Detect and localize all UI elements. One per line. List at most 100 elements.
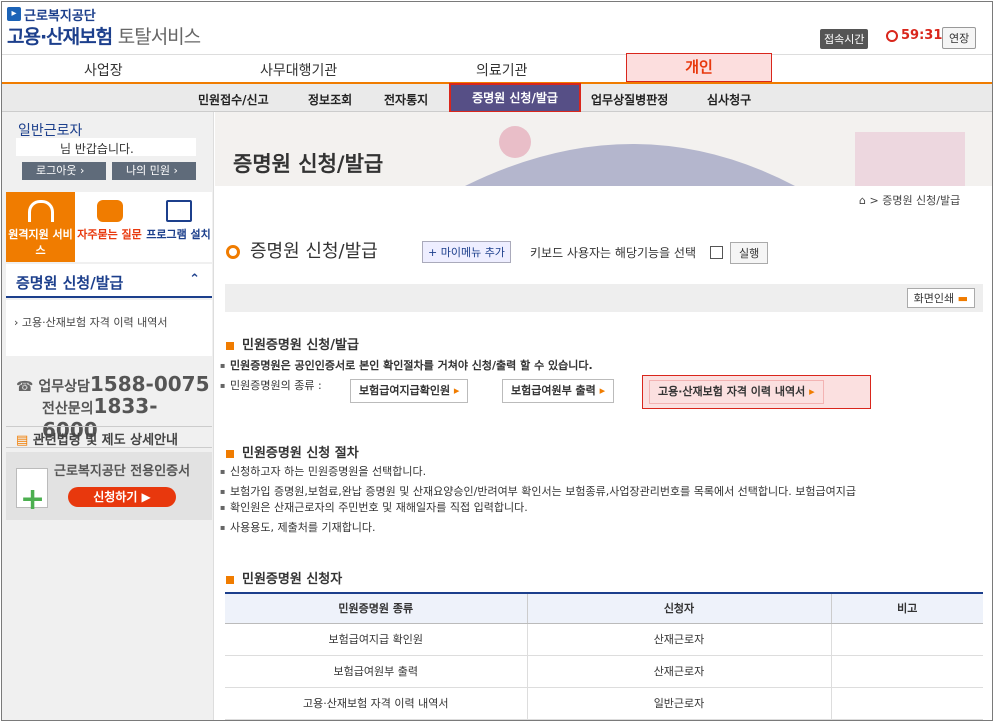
sidebar-menu-title-label: 증명원 신청/발급 [16,274,124,292]
phone-icon: ☎ [16,379,34,395]
snb-item-notice[interactable]: 전자통지 [384,91,428,108]
breadcrumb: ⌂ > 증명원 신청/발급 [859,192,960,208]
procedure-step-1: 신청하고자 하는 민원증명원을 선택합니다. [220,464,426,480]
sidebar-item-label: 고용·산재보험 자격 이력 내역서 [21,316,168,329]
print-bar: 화면인쇄 ▬ [225,284,983,312]
section-title-request: 민원증명원 신청/발급 [226,334,359,353]
logout-label: 로그아웃 [36,164,77,177]
my-requests-label: 나의 민원 [126,164,170,177]
add-mymenu-button[interactable]: + 마이메뉴 추가 [422,241,511,263]
col-note: 비고 [830,592,983,624]
snb-item-filing[interactable]: 민원접수/신고 [198,91,269,108]
headset-icon [27,200,54,222]
gnb-item-workplace[interactable]: 사업장 [84,60,123,80]
remote-support-label: 원격지원 서비스 [8,228,73,257]
snb-item-review[interactable]: 심사청구 [707,91,751,108]
run-button[interactable]: 실행 [730,242,769,264]
monitor-icon [165,200,192,222]
law-guide-link[interactable]: ▤ 관련법령 및 제도 상세안내 [6,426,212,448]
main-nav: 사업장 사무대행기관 의료기관 개인 [2,53,992,84]
faq-button[interactable]: 자주묻는 질문 [75,192,144,262]
procedure-step-2: 보험가입 증명원,보험료,완납 증명원 및 산재요양승인/반려여부 확인서는 보… [220,484,856,500]
col-doc-type: 민원증명원 종류 [225,592,527,624]
print-label: 화면인쇄 [913,292,955,305]
logo-icon: ▸ [7,7,21,21]
col-applicant: 신청자 [526,592,831,624]
user-type: 일반근로자 [18,123,83,139]
page-title: 증명원 신청/발급 [226,237,378,263]
chat-icon [96,200,123,222]
sub-nav: 민원접수/신고 정보조회 전자통지 증명원 신청/발급 업무상질병판정 심사청구 [2,83,992,113]
program-install-label: 프로그램 설치 [146,228,211,241]
sidebar-menu-title[interactable]: 증명원 신청/발급 ⌃ [6,264,212,298]
remote-support-button[interactable]: 원격지원 서비스 [6,192,75,262]
site-title[interactable]: 고용·산재보험 토탈서비스 [7,22,201,49]
qualification-history-button-wrap: 고용·산재보험 자격 이력 내역서 [642,375,871,409]
cert-title: 근로복지공단 전용인증서 [54,464,191,479]
banner-title: 증명원 신청/발급 [233,152,384,176]
service-name: 고용·산재보험 [7,26,113,48]
chevron-up-icon: ⌃ [189,272,200,287]
doc-types-label: 민원증명원의 종류 : [220,378,322,394]
table-cell [830,655,983,688]
program-install-button[interactable]: 프로그램 설치 [144,192,213,262]
left-sidebar: 일반근로자 님 반갑습니다. 로그아웃 › 나의 민원 › 원격지원 서비스 자… [2,112,214,720]
quick-menu: 원격지원 서비스 자주묻는 질문 프로그램 설치 [6,192,212,262]
section-title-applicant: 민원증명원 신청자 [226,568,342,587]
faq-label: 자주묻는 질문 [77,228,142,241]
clock-icon [886,30,898,42]
browser-frame: ▸ 근로복지공단 고용·산재보험 토탈서비스 접속시간 59:31 연장 사업장… [1,1,993,721]
table-cell: 일반근로자 [526,687,831,720]
page-title-text: 증명원 신청/발급 [250,241,378,262]
home-icon[interactable]: ⌂ [859,194,866,207]
gnb-item-medical[interactable]: 의료기관 [476,60,528,80]
snb-item-disease[interactable]: 업무상질병판정 [591,91,668,108]
table-cell: 산재근로자 [526,655,831,688]
gnb-item-personal[interactable]: 개인 [626,53,772,82]
page-banner: 증명원 신청/발급 [215,112,992,186]
snb-item-inquiry[interactable]: 정보조회 [308,91,352,108]
table-row: 보험급여원부 출력 산재근로자 [225,655,983,688]
table-cell [830,687,983,720]
snb-item-certificate[interactable]: 증명원 신청/발급 [449,83,581,113]
table-row: 보험급여지급 확인원 산재근로자 [225,623,983,656]
session-timer: 59:31 [901,28,943,43]
table-cell: 보험급여원부 출력 [225,655,527,688]
sidebar-item-qualification-history[interactable]: › 고용·산재보험 자격 이력 내역서 [6,300,212,356]
benefit-ledger-print-button[interactable]: 보험급여원부 출력 [502,379,615,403]
table-cell: 산재근로자 [526,623,831,656]
notice-text: 민원증명원은 공인인증서로 본인 확인절차를 거쳐야 신청/출력 할 수 있습니… [220,358,593,374]
contact-info: ☎ 업무상담1588-0075 전산문의1833-6000 [6,372,212,442]
keyboard-checkbox[interactable] [710,246,723,259]
logout-button[interactable]: 로그아웃 › [22,162,106,180]
law-guide-label: 관련법령 및 제도 상세안내 [32,433,178,448]
qualification-history-button[interactable]: 고용·산재보험 자격 이력 내역서 [649,380,824,404]
procedure-step-3: 사용용도, 제출처를 기재합니다. [220,520,376,536]
document-icon: ▤ [16,433,29,448]
call-label-1: 업무상담 [38,379,90,395]
print-button[interactable]: 화면인쇄 ▬ [906,288,975,308]
breadcrumb-current: > 증명원 신청/발급 [869,194,961,207]
applicant-table: 민원증명원 종류 신청자 비고 보험급여지급 확인원 산재근로자 보험급여원부 … [225,592,983,720]
site-header: ▸ 근로복지공단 고용·산재보험 토탈서비스 접속시간 59:31 연장 [2,2,992,54]
cert-banner: + 근로복지공단 전용인증서 신청하기 ▶ [6,452,212,520]
cert-apply-label: 신청하기 [93,490,138,504]
print-icon: ▬ [957,292,968,305]
keyboard-user-text: 키보드 사용자는 해당기능을 선택 [530,246,697,260]
section-title-procedure: 민원증명원 신청 절차 [226,442,359,461]
extend-session-button[interactable]: 연장 [942,27,977,49]
plus-icon: + [20,482,46,517]
cert-apply-button[interactable]: 신청하기 ▶ [68,487,176,507]
service-suffix: 토탈서비스 [117,26,201,48]
my-requests-button[interactable]: 나의 민원 › [112,162,196,180]
gnb-item-agency[interactable]: 사무대행기관 [260,60,337,80]
table-cell: 보험급여지급 확인원 [225,623,527,656]
title-circle-icon [226,245,240,259]
table-header-row: 민원증명원 종류 신청자 비고 [225,592,983,624]
call-label-2: 전산문의 [42,401,94,417]
benefit-payment-cert-button[interactable]: 보험급여지급확인원 [350,379,469,403]
connection-time-label: 접속시간 [820,29,869,49]
table-row: 고용·산재보험 자격 이력 내역서 일반근로자 [225,687,983,720]
table-cell: 고용·산재보험 자격 이력 내역서 [225,687,527,720]
call-number-1: 1588-0075 [89,372,210,396]
